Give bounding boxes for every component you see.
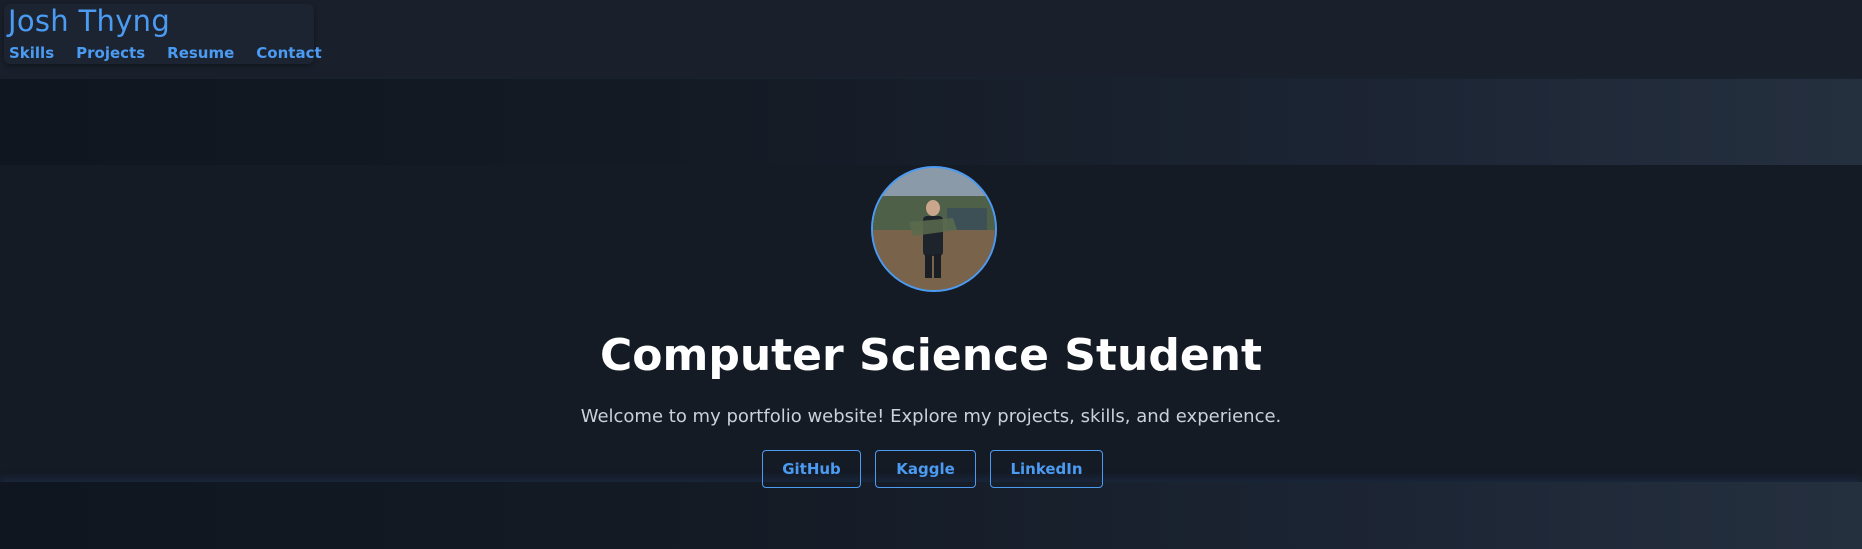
kaggle-button[interactable]: Kaggle xyxy=(875,450,976,488)
nav-link-resume[interactable]: Resume xyxy=(167,44,234,64)
hero-title: Computer Science Student xyxy=(599,330,1263,381)
decorative-band-bottom xyxy=(0,482,1862,549)
profile-photo xyxy=(871,166,997,292)
hero-subtitle: Welcome to my portfolio website! Explore… xyxy=(580,406,1282,427)
nav-link-contact[interactable]: Contact xyxy=(256,44,321,64)
github-button[interactable]: GitHub xyxy=(762,450,861,488)
site-title[interactable]: Josh Thyng xyxy=(8,4,170,38)
linkedin-button[interactable]: LinkedIn xyxy=(990,450,1103,488)
decorative-band-top xyxy=(0,79,1862,165)
nav-link-skills[interactable]: Skills xyxy=(9,44,54,64)
main-navigation: Skills Projects Resume Contact xyxy=(9,44,322,64)
nav-link-projects[interactable]: Projects xyxy=(76,44,145,64)
